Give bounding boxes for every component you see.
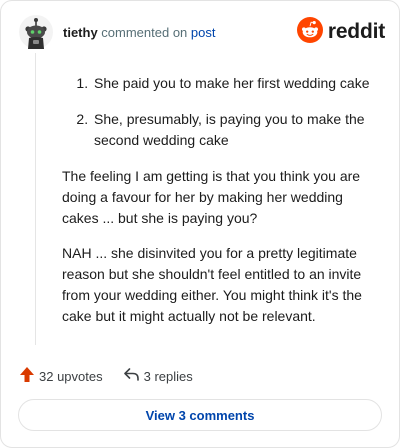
view-comments-button[interactable]: View 3 comments [18,399,382,431]
action-text: commented on [101,25,188,40]
comment-card: tiethy commented on post reddit 1. She p… [0,0,400,448]
list-item: She, presumably, is paying you to make t… [92,109,382,151]
comment-actions: 32 upvotes 3 replies [19,365,193,387]
comment-paragraph: NAH ... she disinvited you for a pretty … [62,245,362,324]
replies-button[interactable]: 3 replies [123,367,193,385]
list-item: She paid you to make her first wedding c… [92,73,382,94]
comment-header: tiethy commented on post reddit [19,15,385,53]
comment-meta: tiethy commented on post [63,25,216,40]
replies-count: 3 replies [143,368,193,384]
thread-line [35,53,36,345]
reply-arrow-icon [123,367,140,385]
username-link[interactable]: tiethy [63,25,98,40]
comment-paragraph: The feeling I am getting is that you thi… [62,168,361,226]
reddit-logo[interactable]: reddit [296,16,385,48]
upvote-button[interactable]: 32 upvotes [19,366,103,386]
upvote-arrow-icon [19,366,35,386]
numbered-list: She paid you to make her first wedding c… [62,73,382,151]
post-link[interactable]: post [191,25,216,40]
avatar-icon[interactable] [19,15,53,49]
reddit-logo-icon [296,16,323,48]
reddit-wordmark: reddit [327,20,385,43]
comment-body: She paid you to make her first wedding c… [62,73,382,341]
upvote-count: 32 upvotes [39,368,103,384]
